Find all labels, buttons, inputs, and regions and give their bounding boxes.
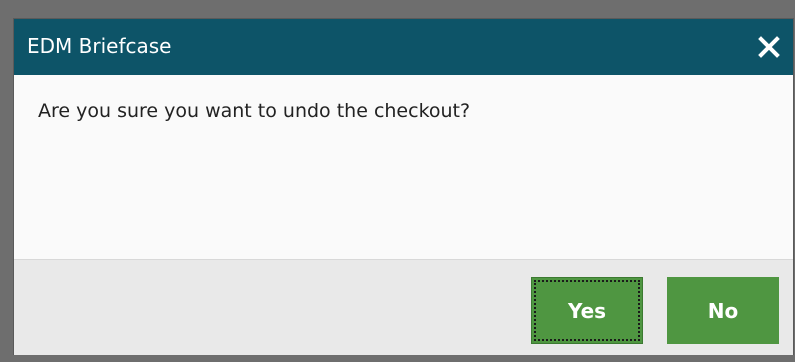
dialog-message: Are you sure you want to undo the checko… [38,100,471,122]
dialog-footer: Yes No [14,259,793,355]
dialog-title: EDM Briefcase [27,34,172,58]
no-button[interactable]: No [667,277,779,344]
dialog-titlebar: EDM Briefcase [14,19,793,75]
dialog-body: Are you sure you want to undo the checko… [14,75,793,259]
yes-button[interactable]: Yes [531,277,643,344]
confirm-dialog: EDM Briefcase Are you sure you want to u… [13,18,794,355]
close-icon [758,36,780,58]
close-button[interactable] [755,32,783,62]
